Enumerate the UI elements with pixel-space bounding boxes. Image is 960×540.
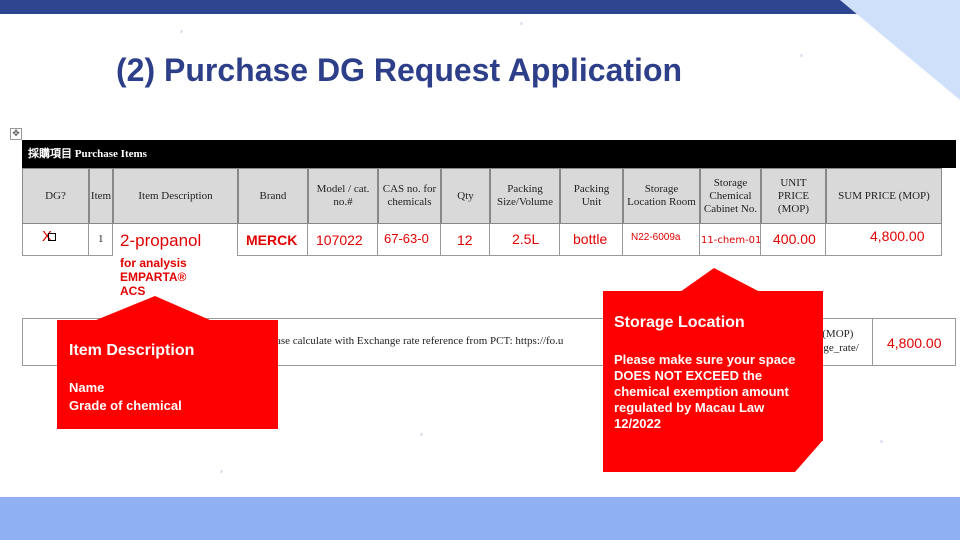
item-description-callout-title: Item Description	[69, 342, 195, 359]
storage-location-tail	[603, 440, 823, 472]
item-description-callout-line: Grade of chemical	[69, 398, 182, 413]
bottom-band	[0, 497, 960, 540]
storage-location-callout-body: Please make sure your space DOES NOT EXC…	[614, 352, 796, 431]
item-description-callout: Item Description Name Grade of chemical	[57, 320, 278, 429]
storage-location-callout: Storage Location Please make sure your s…	[603, 291, 823, 441]
callout-pointers	[57, 268, 823, 472]
item-description-callout-line: Name	[69, 380, 105, 395]
storage-location-callout-title: Storage Location	[614, 314, 745, 331]
storage-location-pointer	[680, 268, 760, 292]
